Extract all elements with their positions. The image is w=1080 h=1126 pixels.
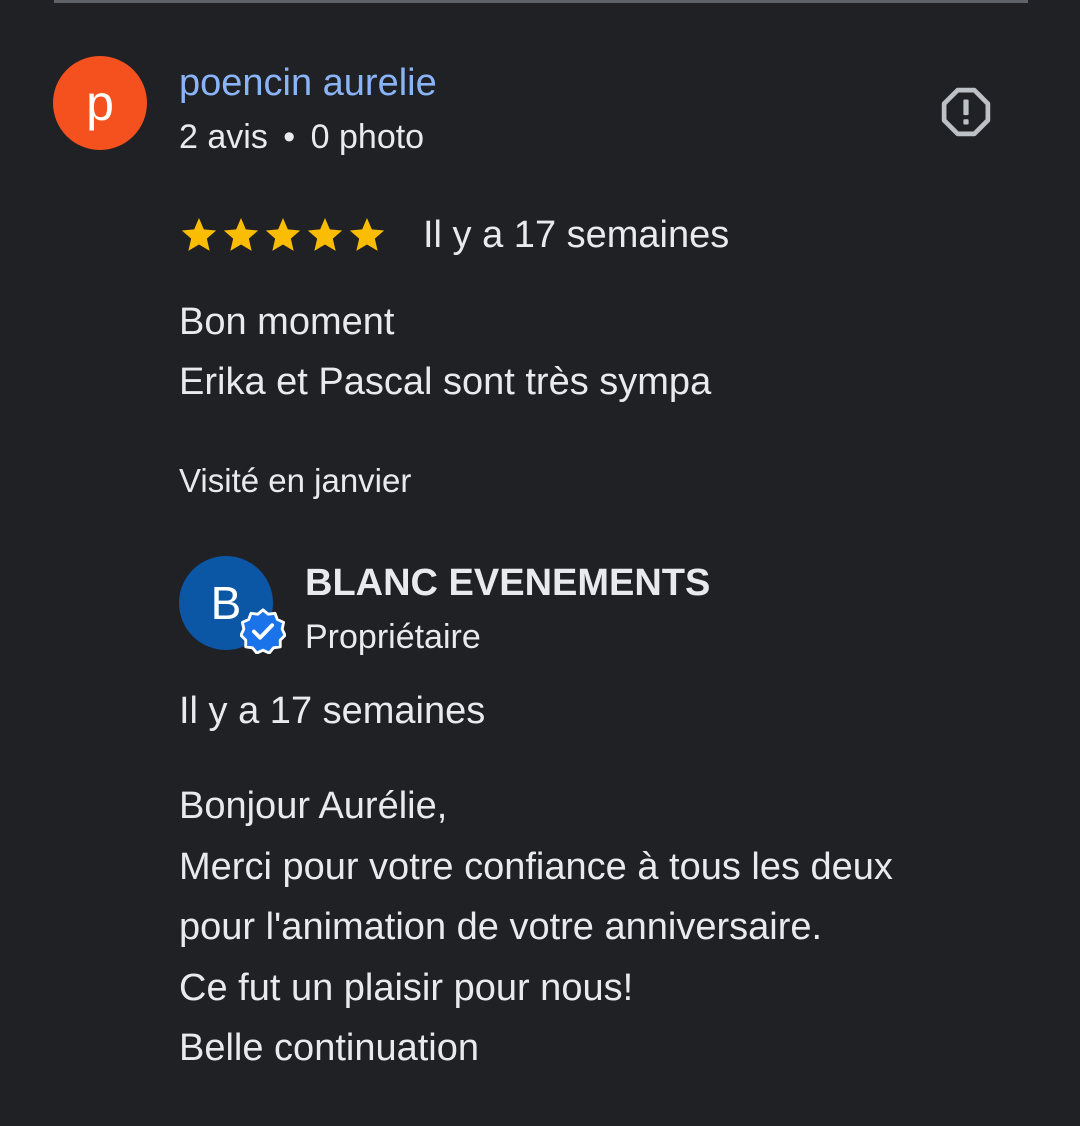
star-icon	[181, 218, 217, 251]
meta-separator: •	[283, 118, 296, 156]
owner-name: BLANC EVENEMENTS	[305, 562, 711, 604]
star-icon	[307, 218, 343, 251]
star-icon	[223, 218, 259, 251]
reply-text-line: Bonjour Aurélie,	[179, 785, 448, 827]
report-button[interactable]	[940, 86, 992, 138]
reply-date: Il y a 17 semaines	[179, 690, 486, 732]
star-icon	[265, 218, 301, 251]
rating-row: Il y a 17 semaines	[179, 210, 729, 260]
reply-text-line: Belle continuation	[179, 1027, 479, 1069]
reviewer-meta: 2 avis • 0 photo	[179, 118, 424, 157]
review-text: Bon moment Erika et Pascal sont très sym…	[179, 292, 711, 412]
photos-count: 0 photo	[310, 118, 425, 156]
verified-check-icon	[240, 608, 286, 654]
reply-text-line: pour l'animation de votre anniversaire.	[179, 906, 823, 948]
review-card: p poencin aurelie 2 avis • 0 photo Il y …	[0, 0, 1080, 1126]
owner-role: Propriétaire	[305, 618, 481, 656]
divider	[54, 0, 1028, 3]
star-icon	[349, 218, 385, 251]
reply-text-line: Merci pour votre confiance à tous les de…	[179, 845, 893, 888]
review-text-line: Bon moment	[179, 301, 395, 343]
review-date: Il y a 17 semaines	[423, 213, 730, 256]
star-rating	[179, 215, 387, 255]
reviews-count: 2 avis	[179, 118, 268, 156]
visited-date: Visité en janvier	[179, 462, 412, 499]
owner-reply-text: Bonjour Aurélie, Merci pour votre confia…	[179, 776, 893, 1079]
reviewer-name-link[interactable]: poencin aurelie	[179, 62, 437, 105]
review-text-line: Erika et Pascal sont très sympa	[179, 361, 712, 403]
reply-text-line: Ce fut un plaisir pour nous!	[179, 966, 634, 1009]
reviewer-avatar[interactable]: p	[53, 56, 147, 150]
report-flag-icon	[941, 87, 991, 137]
